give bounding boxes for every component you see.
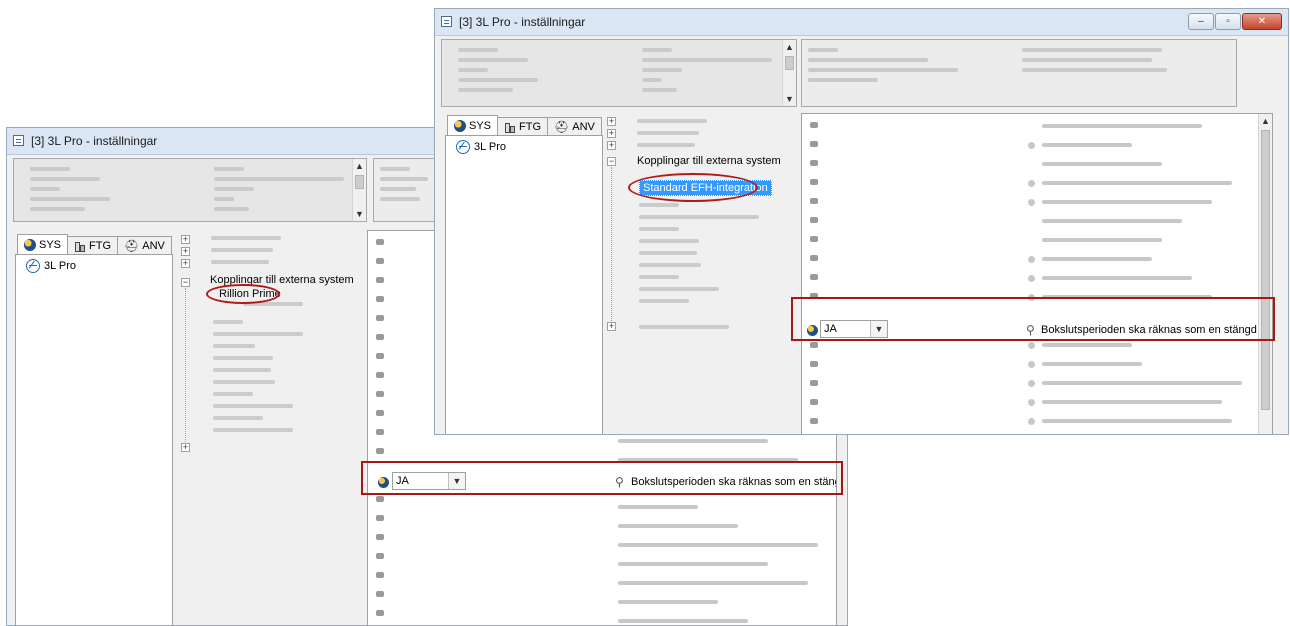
front-info-panel: ▲ ▼ xyxy=(441,39,797,107)
tab-sys[interactable]: SYS xyxy=(447,115,499,135)
expand-icon[interactable]: + xyxy=(181,259,190,268)
front-tabs: SYS FTG ⛑ ANV xyxy=(447,115,602,135)
front-info-panel-right xyxy=(801,39,1237,107)
front-window-title: [3] 3L Pro - inställningar xyxy=(459,15,586,29)
tree-root[interactable]: 3L Pro xyxy=(26,259,76,273)
tree-root[interactable]: 3L Pro xyxy=(456,140,506,154)
globe-icon xyxy=(454,119,466,132)
back-info-panel: ▲ ▼ xyxy=(13,158,367,222)
expand-icon[interactable]: + xyxy=(607,322,616,331)
front-window-titlebar[interactable]: [3] 3L Pro - inställningar – ▫ ✕ xyxy=(435,9,1288,36)
app-logo-icon xyxy=(456,140,470,154)
expand-icon[interactable]: + xyxy=(607,129,616,138)
front-info-scrollbar[interactable]: ▲ ▼ xyxy=(782,40,796,106)
front-settings-pane: JA ▼ ⚲ Bokslutsperioden ska räknas som e… xyxy=(801,113,1273,434)
collapse-icon[interactable]: − xyxy=(607,157,616,166)
annotation-rectangle xyxy=(361,461,843,495)
tab-anv[interactable]: ⛑ ANV xyxy=(117,236,172,254)
back-tabs: SYS FTG ⛑ ANV xyxy=(17,234,172,254)
window-menu-icon[interactable] xyxy=(441,16,452,27)
front-window: [3] 3L Pro - inställningar – ▫ ✕ ▲ ▼ SYS… xyxy=(434,8,1289,435)
expand-icon[interactable]: + xyxy=(181,235,190,244)
expand-icon[interactable]: + xyxy=(607,141,616,150)
back-window-title: [3] 3L Pro - inställningar xyxy=(31,134,158,148)
expand-icon[interactable]: + xyxy=(181,443,190,452)
window-controls: – ▫ ✕ xyxy=(1188,13,1282,31)
collapse-icon[interactable]: − xyxy=(181,278,190,287)
annotation-ellipse xyxy=(206,284,280,304)
tab-sys[interactable]: SYS xyxy=(17,234,69,254)
building-icon xyxy=(74,240,86,252)
back-info-scrollbar[interactable]: ▲ ▼ xyxy=(352,159,366,221)
expand-icon[interactable]: + xyxy=(181,247,190,256)
tab-ftg[interactable]: FTG xyxy=(67,236,119,254)
tab-anv[interactable]: ⛑ ANV xyxy=(547,117,602,135)
user-icon: ⛑ xyxy=(124,238,140,253)
building-icon xyxy=(504,121,516,133)
close-button[interactable]: ✕ xyxy=(1242,13,1282,30)
annotation-rectangle xyxy=(791,297,1275,341)
expand-icon[interactable]: + xyxy=(607,117,616,126)
user-icon: ⛑ xyxy=(554,119,570,134)
tab-ftg[interactable]: FTG xyxy=(497,117,549,135)
maximize-button[interactable]: ▫ xyxy=(1215,13,1241,30)
window-menu-icon[interactable] xyxy=(13,135,24,146)
app-logo-icon xyxy=(26,259,40,273)
front-settings-scrollbar[interactable]: ▲ xyxy=(1258,114,1272,434)
back-tree-pane: 3L Pro xyxy=(15,254,173,625)
front-tree-pane: 3L Pro xyxy=(445,135,603,434)
annotation-ellipse xyxy=(628,173,758,202)
minimize-button[interactable]: – xyxy=(1188,13,1214,30)
globe-icon xyxy=(24,238,36,251)
tree-node-external-systems[interactable]: Kopplingar till externa system xyxy=(637,155,781,167)
